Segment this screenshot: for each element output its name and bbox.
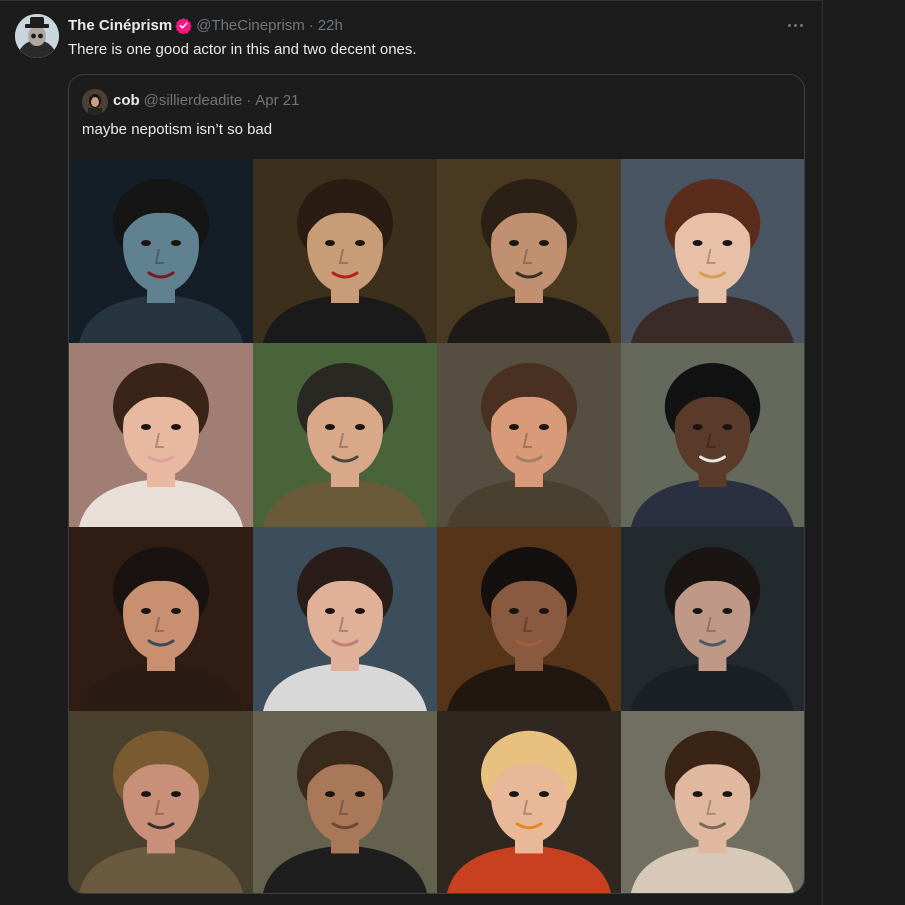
quoted-tweet-text: maybe nepotism isn’t so bad (82, 121, 273, 138)
grid-photo[interactable] (69, 159, 253, 343)
grid-photo[interactable] (437, 159, 621, 343)
grid-photo[interactable] (69, 711, 253, 893)
tweet-text: There is one good actor in this and two … (68, 41, 417, 58)
tweet-timestamp[interactable]: 22h (318, 17, 343, 34)
grid-photo[interactable] (621, 711, 804, 893)
author-handle[interactable]: @TheCineprism (196, 17, 305, 34)
quoted-tweet-date: Apr 21 (255, 92, 300, 109)
quoted-tweet-header: cob @sillierdeadite · Apr 21 (113, 92, 299, 109)
grid-photo[interactable] (253, 711, 437, 893)
grid-photo[interactable] (253, 343, 437, 527)
photo-grid (69, 159, 804, 893)
verified-badge-icon (175, 17, 192, 34)
author-avatar[interactable] (15, 14, 59, 58)
grid-photo[interactable] (253, 527, 437, 711)
more-options-icon[interactable] (780, 14, 810, 36)
grid-photo[interactable] (621, 527, 804, 711)
tweet-header: The Cinéprism @TheCineprism · 22h (68, 15, 343, 35)
grid-photo[interactable] (621, 159, 804, 343)
quoted-author-avatar (82, 89, 108, 115)
grid-photo[interactable] (253, 159, 437, 343)
column-divider (822, 0, 823, 905)
tweet[interactable]: The Cinéprism @TheCineprism · 22h There … (0, 0, 822, 905)
grid-photo[interactable] (437, 343, 621, 527)
quoted-header-separator: · (246, 92, 252, 109)
timeline-frame: The Cinéprism @TheCineprism · 22h There … (0, 0, 905, 905)
header-separator: · (308, 16, 314, 34)
author-display-name[interactable]: The Cinéprism (68, 17, 172, 34)
grid-photo[interactable] (437, 527, 621, 711)
grid-photo[interactable] (437, 711, 621, 893)
grid-photo[interactable] (69, 343, 253, 527)
quoted-author-display-name: cob (113, 92, 140, 109)
quoted-author-handle: @sillierdeadite (143, 92, 243, 109)
grid-photo[interactable] (69, 527, 253, 711)
grid-photo[interactable] (621, 343, 804, 527)
quoted-tweet[interactable]: cob @sillierdeadite · Apr 21 maybe nepot… (68, 74, 805, 894)
